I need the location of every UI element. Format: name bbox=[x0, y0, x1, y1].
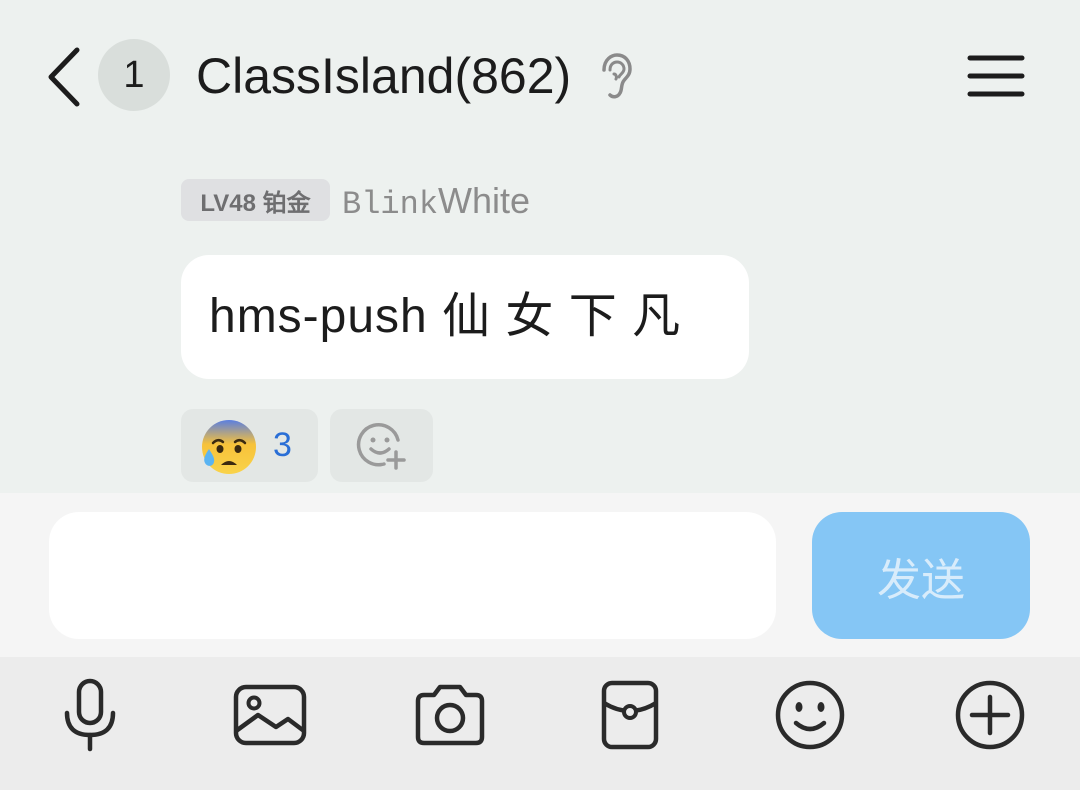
emoji-reaction[interactable]: 3 bbox=[181, 409, 318, 482]
add-reaction-button[interactable] bbox=[330, 409, 433, 482]
member-level-badge: LV48 铂金 bbox=[181, 179, 330, 221]
image-button[interactable] bbox=[230, 675, 310, 755]
sender-name-prefix: Blink bbox=[342, 186, 439, 223]
anxious-face-with-sweat-icon bbox=[202, 420, 256, 474]
message-input[interactable] bbox=[49, 512, 776, 639]
plus-icon bbox=[955, 680, 1025, 750]
reaction-count: 3 bbox=[273, 426, 292, 464]
microphone-icon bbox=[64, 678, 116, 752]
sender-name[interactable]: BlinkWhite bbox=[342, 178, 530, 228]
voice-button[interactable] bbox=[50, 675, 130, 755]
menu-icon[interactable] bbox=[962, 48, 1028, 104]
message-bubble[interactable]: hms-push 仙 女 下 凡 bbox=[181, 255, 749, 379]
back-arrow-icon bbox=[48, 47, 80, 107]
image-icon bbox=[233, 684, 307, 746]
chat-title[interactable]: ClassIsland(862) bbox=[196, 44, 571, 108]
composer: 发送 bbox=[0, 493, 1080, 657]
more-button[interactable] bbox=[950, 675, 1030, 755]
sender-name-suffix: White bbox=[438, 180, 531, 221]
add-emoji-icon bbox=[356, 422, 406, 470]
ear-icon[interactable] bbox=[598, 52, 634, 100]
red-packet-button[interactable] bbox=[590, 675, 670, 755]
unread-count-badge[interactable]: 1 bbox=[98, 39, 170, 111]
emoji-button[interactable] bbox=[770, 675, 850, 755]
camera-icon bbox=[415, 684, 485, 746]
send-button[interactable]: 发送 bbox=[812, 512, 1030, 639]
message-text: hms-push 仙 女 下 凡 bbox=[209, 290, 682, 343]
back-button[interactable] bbox=[40, 44, 86, 110]
red-packet-icon bbox=[601, 680, 659, 750]
composer-toolbar bbox=[0, 657, 1080, 790]
camera-button[interactable] bbox=[410, 675, 490, 755]
emoji-icon bbox=[775, 680, 845, 750]
chat-header: 1 ClassIsland(862) bbox=[0, 0, 1080, 150]
